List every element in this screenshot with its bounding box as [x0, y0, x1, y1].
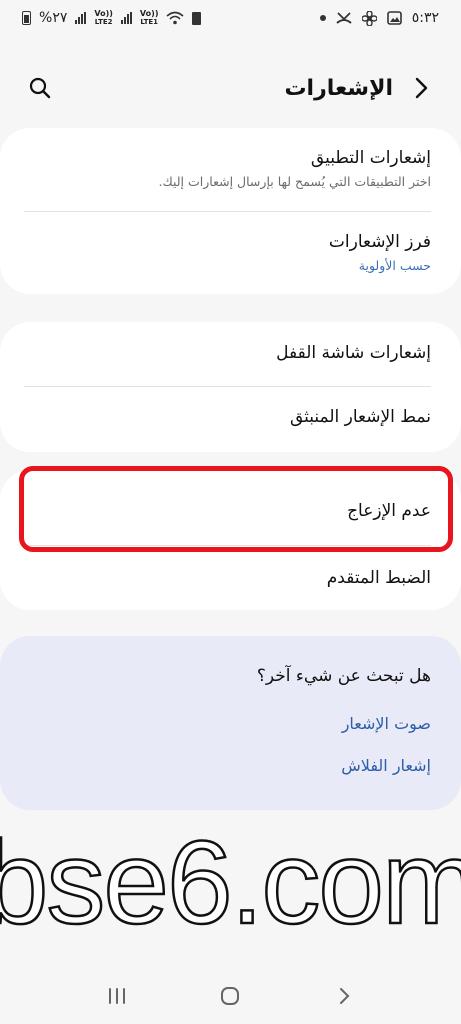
notification-sound-link[interactable]: صوت الإشعار [342, 714, 431, 733]
flash-notification-link[interactable]: إشعار الفلاش [341, 756, 431, 775]
wifi-icon [166, 11, 185, 25]
notification-sort-label: فرز الإشعارات [328, 232, 431, 252]
divider [24, 386, 431, 387]
back-nav-icon [340, 988, 350, 1004]
recent-apps-icon [108, 988, 125, 1004]
missed-call-icon [336, 12, 352, 24]
recent-apps-button[interactable] [103, 982, 131, 1010]
home-icon [221, 987, 240, 1005]
advanced-settings-label: الضبط المتقدم [326, 568, 431, 588]
watermark: bse6.com [0, 817, 461, 949]
lock-screen-notifications-label: إشعارات شاشة القفل [276, 343, 431, 363]
back-nav-button[interactable] [330, 982, 358, 1010]
notification-dot-icon [319, 15, 326, 21]
app-header: الإشعارات [0, 60, 461, 116]
status-bar-right: ٥:٣٢ [319, 10, 439, 26]
clock: ٥:٣٢ [411, 10, 439, 26]
popup-style-item[interactable]: نمط الإشعار المنبثق [24, 407, 431, 427]
popup-style-label: نمط الإشعار المنبثق [289, 407, 431, 427]
title-area: الإشعارات [284, 74, 435, 102]
sim1-bottom-label: LTE1 [140, 18, 159, 26]
advanced-settings-item[interactable]: الضبط المتقدم [24, 568, 431, 588]
navigation-bar [0, 968, 461, 1024]
signal-icon-sim2 [75, 12, 87, 24]
signal-icon-sim1 [120, 12, 132, 24]
search-icon [29, 77, 51, 99]
notification-sort-value: حسب الأولوية [358, 258, 431, 273]
gallery-icon [386, 11, 402, 25]
lock-screen-notifications-item[interactable]: إشعارات شاشة القفل [24, 343, 431, 363]
status-bar: %٢٧ Vo)) LTE2 Vo)) LTE1 ٥:٣٢ [0, 0, 461, 36]
volte-lte2-indicator: Vo)) LTE2 [94, 9, 113, 27]
page-title: الإشعارات [284, 75, 393, 101]
sim2-bottom-label: LTE2 [94, 18, 113, 26]
suggestions-question: هل تبحث عن شيء آخر؟ [256, 666, 431, 686]
status-bar-left: %٢٧ Vo)) LTE2 Vo)) LTE1 [22, 9, 202, 27]
sim2-top-label: Vo)) [94, 9, 113, 18]
app-notifications-description: اختر التطبيقات التي يُسمح لها بإرسال إشع… [158, 174, 431, 189]
app-notifications-label: إشعارات التطبيق [310, 148, 431, 168]
notification-sort-item[interactable]: فرز الإشعارات حسب الأولوية [24, 232, 431, 273]
suggestions-card: هل تبحث عن شيء آخر؟ صوت الإشعار إشعار ال… [0, 636, 461, 810]
home-button[interactable] [216, 982, 244, 1010]
sim1-top-label: Vo)) [139, 9, 159, 18]
volte-lte1-indicator: Vo)) LTE1 [139, 9, 159, 27]
app-notifications-item[interactable]: إشعارات التطبيق اختر التطبيقات التي يُسم… [24, 148, 431, 189]
battery-icon [22, 11, 31, 25]
divider [24, 211, 431, 212]
search-button[interactable] [26, 74, 54, 102]
back-chevron-icon [415, 77, 428, 99]
sim-card-icon [192, 11, 202, 25]
back-button[interactable] [407, 74, 435, 102]
fan-app-icon [361, 10, 377, 26]
highlight-frame [19, 466, 453, 552]
battery-percentage: %٢٧ [39, 10, 68, 26]
settings-card-2 [0, 322, 461, 452]
